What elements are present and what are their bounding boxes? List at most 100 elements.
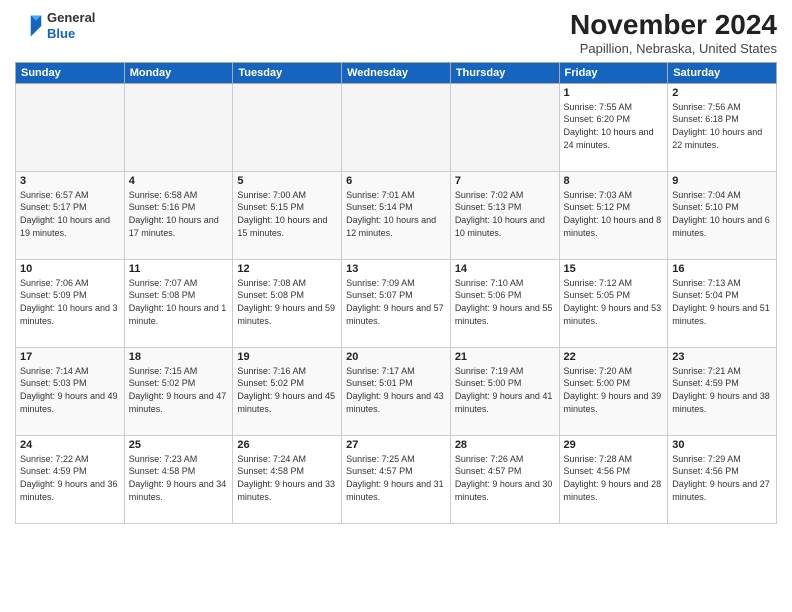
day-number: 13 — [346, 263, 446, 275]
day-info: Sunrise: 7:19 AM Sunset: 5:00 PM Dayligh… — [455, 365, 555, 415]
calendar-cell: 12 Sunrise: 7:08 AM Sunset: 5:08 PM Dayli… — [233, 259, 342, 347]
day-number: 7 — [455, 175, 555, 187]
calendar-cell: 5Sunrise: 7:00 AM Sunset: 5:15 PM Daylig… — [233, 171, 342, 259]
day-info: Sunrise: 7:26 AM Sunset: 4:57 PM Dayligh… — [455, 453, 555, 503]
calendar-cell: 18 Sunrise: 7:15 AM Sunset: 5:02 PM Dayli… — [124, 347, 233, 435]
day-info: Sunrise: 7:04 AM Sunset: 5:10 PM Dayligh… — [672, 189, 772, 239]
calendar-cell: 3 Sunrise: 6:57 AM Sunset: 5:17 PM Daylig… — [16, 171, 125, 259]
calendar-week-row: 10 Sunrise: 7:06 AM Sunset: 5:09 PM Dayli… — [16, 259, 777, 347]
calendar-table: SundayMondayTuesdayWednesdayThursdayFrid… — [15, 62, 777, 524]
weekday-header: Saturday — [668, 62, 777, 83]
logo-icon — [15, 12, 43, 40]
day-number: 19 — [237, 351, 337, 363]
day-info: Sunrise: 7:56 AM Sunset: 6:18 PM Dayligh… — [672, 101, 772, 151]
day-info: Sunrise: 7:06 AM Sunset: 5:09 PM Dayligh… — [20, 277, 120, 327]
day-info: Sunrise: 7:02 AM Sunset: 5:13 PM Dayligh… — [455, 189, 555, 239]
day-number: 14 — [455, 263, 555, 275]
calendar-cell: 13Sunrise: 7:09 AM Sunset: 5:07 PM Dayli… — [342, 259, 451, 347]
calendar-cell: 11Sunrise: 7:07 AM Sunset: 5:08 PM Dayli… — [124, 259, 233, 347]
day-info: Sunrise: 7:21 AM Sunset: 4:59 PM Dayligh… — [672, 365, 772, 415]
calendar-cell: 17Sunrise: 7:14 AM Sunset: 5:03 PM Dayli… — [16, 347, 125, 435]
calendar-cell: 24 Sunrise: 7:22 AM Sunset: 4:59 PM Dayli… — [16, 435, 125, 523]
day-number: 3 — [20, 175, 120, 187]
calendar-week-row: 1Sunrise: 7:55 AM Sunset: 6:20 PM Daylig… — [16, 83, 777, 171]
day-info: Sunrise: 7:15 AM Sunset: 5:02 PM Dayligh… — [129, 365, 229, 415]
weekday-header: Friday — [559, 62, 668, 83]
calendar-cell: 21 Sunrise: 7:19 AM Sunset: 5:00 PM Dayli… — [450, 347, 559, 435]
day-info: Sunrise: 7:14 AM Sunset: 5:03 PM Dayligh… — [20, 365, 120, 415]
calendar-cell: 29 Sunrise: 7:28 AM Sunset: 4:56 PM Dayli… — [559, 435, 668, 523]
day-number: 16 — [672, 263, 772, 275]
day-info: Sunrise: 7:23 AM Sunset: 4:58 PM Dayligh… — [129, 453, 229, 503]
weekday-header: Tuesday — [233, 62, 342, 83]
day-number: 5 — [237, 175, 337, 187]
day-number: 15 — [564, 263, 664, 275]
calendar-header-row: SundayMondayTuesdayWednesdayThursdayFrid… — [16, 62, 777, 83]
day-number: 9 — [672, 175, 772, 187]
calendar-cell — [342, 83, 451, 171]
calendar-cell: 4 Sunrise: 6:58 AM Sunset: 5:16 PM Daylig… — [124, 171, 233, 259]
day-number: 2 — [672, 87, 772, 99]
day-info: Sunrise: 7:29 AM Sunset: 4:56 PM Dayligh… — [672, 453, 772, 503]
day-number: 12 — [237, 263, 337, 275]
calendar-cell: 1Sunrise: 7:55 AM Sunset: 6:20 PM Daylig… — [559, 83, 668, 171]
calendar-cell — [16, 83, 125, 171]
calendar-week-row: 17Sunrise: 7:14 AM Sunset: 5:03 PM Dayli… — [16, 347, 777, 435]
calendar-cell — [124, 83, 233, 171]
day-info: Sunrise: 7:25 AM Sunset: 4:57 PM Dayligh… — [346, 453, 446, 503]
calendar-cell — [233, 83, 342, 171]
day-number: 10 — [20, 263, 120, 275]
day-info: Sunrise: 7:03 AM Sunset: 5:12 PM Dayligh… — [564, 189, 664, 239]
day-number: 21 — [455, 351, 555, 363]
day-info: Sunrise: 7:20 AM Sunset: 5:00 PM Dayligh… — [564, 365, 664, 415]
day-info: Sunrise: 6:57 AM Sunset: 5:17 PM Dayligh… — [20, 189, 120, 239]
calendar-cell: 14 Sunrise: 7:10 AM Sunset: 5:06 PM Dayli… — [450, 259, 559, 347]
calendar-cell: 25Sunrise: 7:23 AM Sunset: 4:58 PM Dayli… — [124, 435, 233, 523]
day-info: Sunrise: 7:22 AM Sunset: 4:59 PM Dayligh… — [20, 453, 120, 503]
logo-general: General — [47, 10, 95, 26]
weekday-header: Sunday — [16, 62, 125, 83]
day-info: Sunrise: 7:10 AM Sunset: 5:06 PM Dayligh… — [455, 277, 555, 327]
month-title: November 2024 — [570, 10, 777, 41]
day-number: 8 — [564, 175, 664, 187]
weekday-header: Monday — [124, 62, 233, 83]
day-number: 22 — [564, 351, 664, 363]
day-number: 29 — [564, 439, 664, 451]
day-info: Sunrise: 7:55 AM Sunset: 6:20 PM Dayligh… — [564, 101, 664, 151]
calendar-cell: 2 Sunrise: 7:56 AM Sunset: 6:18 PM Daylig… — [668, 83, 777, 171]
logo: General Blue — [15, 10, 95, 41]
weekday-header: Thursday — [450, 62, 559, 83]
day-number: 4 — [129, 175, 229, 187]
day-number: 18 — [129, 351, 229, 363]
calendar-week-row: 24 Sunrise: 7:22 AM Sunset: 4:59 PM Dayli… — [16, 435, 777, 523]
day-number: 30 — [672, 439, 772, 451]
calendar-cell: 27 Sunrise: 7:25 AM Sunset: 4:57 PM Dayli… — [342, 435, 451, 523]
day-number: 6 — [346, 175, 446, 187]
day-info: Sunrise: 7:07 AM Sunset: 5:08 PM Dayligh… — [129, 277, 229, 327]
day-info: Sunrise: 7:08 AM Sunset: 5:08 PM Dayligh… — [237, 277, 337, 327]
day-info: Sunrise: 7:28 AM Sunset: 4:56 PM Dayligh… — [564, 453, 664, 503]
day-info: Sunrise: 7:12 AM Sunset: 5:05 PM Dayligh… — [564, 277, 664, 327]
day-number: 20 — [346, 351, 446, 363]
header: General Blue November 2024 Papillion, Ne… — [15, 10, 777, 56]
day-info: Sunrise: 7:16 AM Sunset: 5:02 PM Dayligh… — [237, 365, 337, 415]
day-number: 23 — [672, 351, 772, 363]
logo-blue: Blue — [47, 26, 95, 42]
calendar-cell: 26Sunrise: 7:24 AM Sunset: 4:58 PM Dayli… — [233, 435, 342, 523]
calendar-cell: 23 Sunrise: 7:21 AM Sunset: 4:59 PM Dayli… — [668, 347, 777, 435]
logo-text: General Blue — [47, 10, 95, 41]
calendar-cell: 16 Sunrise: 7:13 AM Sunset: 5:04 PM Dayli… — [668, 259, 777, 347]
calendar-cell: 22 Sunrise: 7:20 AM Sunset: 5:00 PM Dayli… — [559, 347, 668, 435]
day-number: 27 — [346, 439, 446, 451]
calendar-cell: 6 Sunrise: 7:01 AM Sunset: 5:14 PM Daylig… — [342, 171, 451, 259]
location: Papillion, Nebraska, United States — [570, 41, 777, 56]
calendar-cell: 9 Sunrise: 7:04 AM Sunset: 5:10 PM Daylig… — [668, 171, 777, 259]
day-info: Sunrise: 7:13 AM Sunset: 5:04 PM Dayligh… — [672, 277, 772, 327]
day-number: 24 — [20, 439, 120, 451]
day-info: Sunrise: 6:58 AM Sunset: 5:16 PM Dayligh… — [129, 189, 229, 239]
day-number: 28 — [455, 439, 555, 451]
day-info: Sunrise: 7:01 AM Sunset: 5:14 PM Dayligh… — [346, 189, 446, 239]
page: General Blue November 2024 Papillion, Ne… — [0, 0, 792, 612]
weekday-header: Wednesday — [342, 62, 451, 83]
calendar-cell: 20Sunrise: 7:17 AM Sunset: 5:01 PM Dayli… — [342, 347, 451, 435]
